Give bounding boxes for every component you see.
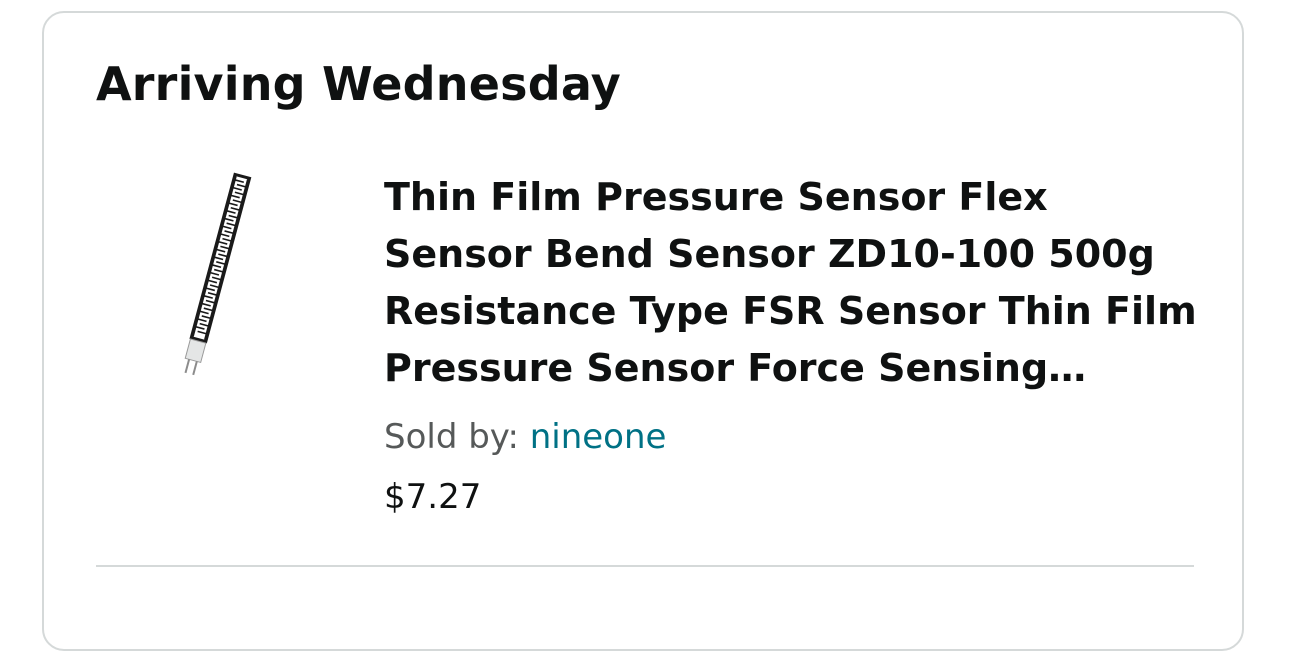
flex-sensor-icon	[184, 172, 252, 376]
arrival-heading: Arriving Wednesday	[96, 57, 621, 111]
seller-link[interactable]: nineone	[530, 417, 667, 457]
divider	[96, 565, 1194, 567]
product-title-link[interactable]: Thin Film Pressure Sensor Flex Sensor Be…	[384, 169, 1204, 397]
sold-by-label: Sold by:	[384, 417, 530, 457]
sold-by-row: Sold by: nineone	[384, 417, 666, 457]
product-image[interactable]	[154, 163, 274, 393]
delivery-card: Arriving Wednesday Thin Film Pressure Se…	[42, 11, 1244, 651]
item-price: $7.27	[384, 477, 482, 517]
